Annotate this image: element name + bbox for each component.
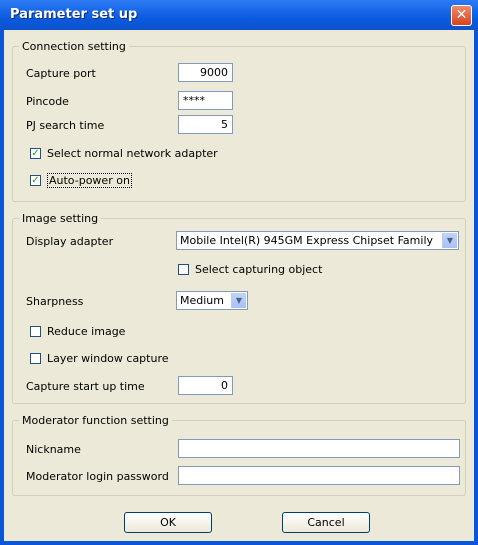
chevron-down-icon[interactable]: ▼ — [442, 233, 457, 248]
sharpness-value: Medium — [180, 294, 224, 307]
reduce-image-checkbox[interactable]: Reduce image — [30, 325, 125, 338]
sharpness-select[interactable]: Medium ▼ — [176, 291, 248, 310]
checkbox-box — [30, 353, 41, 364]
moderator-password-input[interactable] — [178, 466, 460, 485]
display-adapter-label: Display adapter — [26, 235, 114, 248]
ok-button[interactable]: OK — [124, 512, 212, 533]
auto-power-on-checkbox[interactable]: ✓ Auto-power on — [30, 173, 132, 188]
checkmark-icon: ✓ — [30, 148, 41, 159]
nickname-input[interactable] — [178, 439, 460, 458]
normal-network-adapter-checkbox[interactable]: ✓ Select normal network adapter — [30, 147, 218, 160]
connection-setting-legend: Connection setting — [22, 40, 126, 53]
moderator-password-label: Moderator login password — [26, 470, 169, 483]
moderator-function-legend: Moderator function setting — [22, 414, 169, 427]
select-capturing-object-label: Select capturing object — [195, 263, 323, 276]
chevron-down-icon[interactable]: ▼ — [231, 293, 246, 308]
checkbox-box — [30, 326, 41, 337]
reduce-image-label: Reduce image — [47, 325, 126, 338]
nickname-label: Nickname — [26, 443, 81, 456]
parameter-setup-dialog: Parameter set up ✕ Connection setting Ca… — [0, 0, 478, 545]
cancel-button[interactable]: Cancel — [282, 512, 370, 533]
layer-window-capture-checkbox[interactable]: Layer window capture — [30, 352, 169, 365]
title-bar[interactable]: Parameter set up ✕ — [0, 0, 478, 30]
sharpness-label: Sharpness — [26, 295, 84, 308]
window-title: Parameter set up — [10, 7, 138, 22]
layer-window-capture-label: Layer window capture — [47, 352, 169, 365]
dialog-client-area: Connection setting Capture port Pincode … — [4, 30, 474, 541]
checkmark-icon: ✓ — [30, 175, 41, 186]
pj-search-time-label: PJ search time — [26, 119, 105, 132]
normal-network-adapter-label: Select normal network adapter — [47, 147, 218, 160]
pincode-label: Pincode — [26, 95, 69, 108]
checkbox-box — [178, 264, 189, 275]
display-adapter-value: Mobile Intel(R) 945GM Express Chipset Fa… — [180, 234, 434, 247]
image-setting-legend: Image setting — [22, 212, 99, 225]
capture-port-input[interactable] — [178, 63, 233, 82]
auto-power-on-label: Auto-power on — [47, 173, 132, 188]
capture-start-up-time-label: Capture start up time — [26, 380, 145, 393]
capture-port-label: Capture port — [26, 67, 96, 80]
select-capturing-object-checkbox[interactable]: Select capturing object — [178, 263, 322, 276]
pj-search-time-input[interactable] — [178, 115, 233, 134]
close-button[interactable]: ✕ — [451, 5, 472, 26]
capture-start-up-time-input[interactable] — [178, 376, 233, 395]
display-adapter-select[interactable]: Mobile Intel(R) 945GM Express Chipset Fa… — [176, 231, 459, 250]
close-icon: ✕ — [455, 7, 468, 23]
pincode-input[interactable] — [178, 91, 233, 110]
